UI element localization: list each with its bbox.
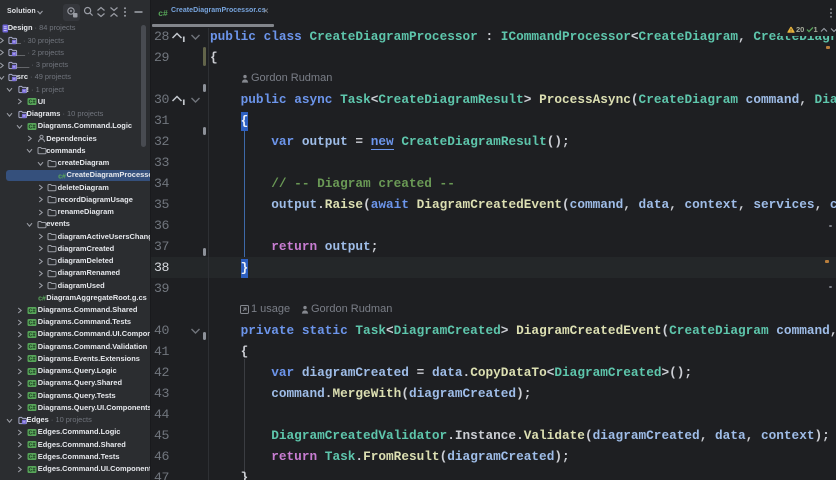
svg-text:C#: C# (29, 124, 36, 130)
svg-text:c#: c# (58, 173, 66, 180)
svg-text:C#: C# (29, 357, 36, 363)
svg-text:C#: C# (29, 381, 36, 387)
svg-text:C#: C# (29, 345, 36, 351)
svg-text:C#: C# (29, 332, 36, 338)
svg-text:C#: C# (29, 455, 36, 461)
svg-text:c#: c# (158, 8, 168, 18)
svg-text:C#: C# (29, 308, 36, 314)
svg-text:C#: C# (29, 467, 36, 473)
svg-text:C#: C# (29, 394, 36, 400)
svg-text:C#: C# (29, 443, 36, 449)
svg-text:C#: C# (29, 406, 36, 412)
svg-text:C#: C# (29, 430, 36, 436)
svg-text:C#: C# (29, 100, 36, 106)
svg-text:C#: C# (29, 369, 36, 375)
svg-text:C#: C# (29, 320, 36, 326)
svg-text:c#: c# (38, 296, 46, 303)
